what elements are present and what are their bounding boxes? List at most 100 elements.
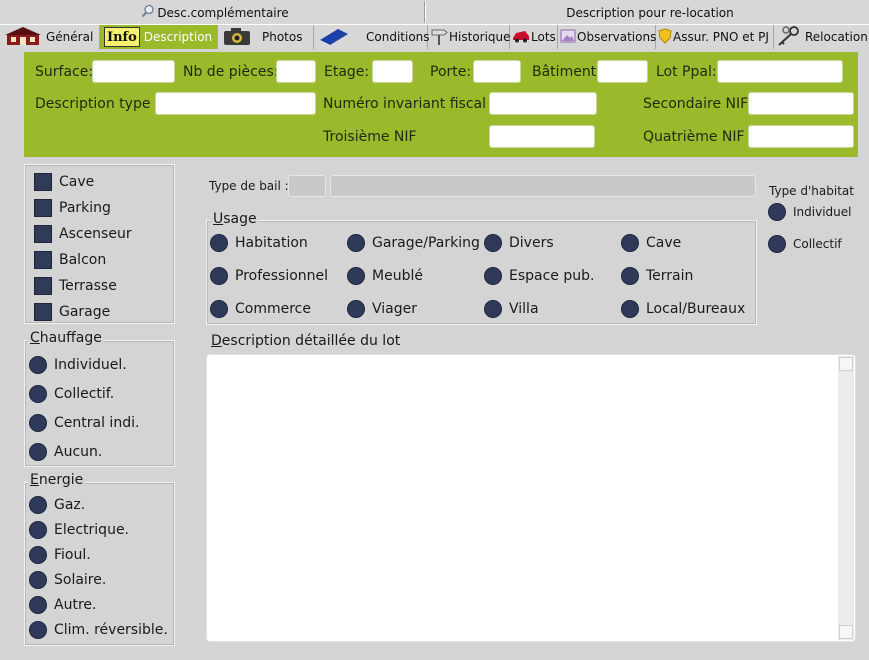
book-icon xyxy=(318,26,350,49)
energie-fioul-radio[interactable] xyxy=(29,545,47,564)
chauffage-aucun-radio[interactable] xyxy=(29,442,47,461)
tab-general[interactable]: Général xyxy=(0,25,100,49)
chauffage-individuel[interactable]: Individuel. xyxy=(29,350,139,379)
batiment-field[interactable] xyxy=(597,60,648,83)
terrasse-checkbox[interactable] xyxy=(34,277,52,295)
tab-historique[interactable]: Historique xyxy=(428,25,511,49)
usage-habitation-radio[interactable] xyxy=(210,234,228,252)
etage-field[interactable] xyxy=(372,60,413,83)
chauffage-collectif-radio[interactable] xyxy=(29,384,47,403)
energie-autre-radio[interactable] xyxy=(29,595,47,614)
usage-commerce[interactable]: Commerce xyxy=(210,300,311,318)
equip-garage[interactable]: Garage xyxy=(34,299,132,325)
usage-commerce-radio[interactable] xyxy=(210,300,228,318)
terrasse-label: Terrasse xyxy=(59,278,117,294)
tab-description[interactable]: Info Description xyxy=(100,25,218,49)
usage-local-bureaux-radio[interactable] xyxy=(621,300,639,318)
tab-assurance[interactable]: Assur. PNO et PJ xyxy=(656,25,774,49)
usage-villa[interactable]: Villa xyxy=(484,300,539,318)
type-bail-description-field[interactable] xyxy=(330,175,756,197)
energie-clim[interactable]: Clim. réversible. xyxy=(29,617,168,642)
habitat-collectif[interactable]: Collectif xyxy=(768,235,842,253)
energie-autre[interactable]: Autre. xyxy=(29,592,168,617)
tab-observations[interactable]: Observations xyxy=(558,25,656,49)
usage-villa-label: Villa xyxy=(509,301,539,317)
secondaire-nif-field[interactable] xyxy=(748,92,854,115)
parking-checkbox[interactable] xyxy=(34,199,52,217)
cave-checkbox[interactable] xyxy=(34,173,52,191)
usage-viager-radio[interactable] xyxy=(347,300,365,318)
ascenseur-checkbox[interactable] xyxy=(34,225,52,243)
porte-field[interactable] xyxy=(473,60,521,83)
description-type-field[interactable] xyxy=(155,92,316,115)
usage-meuble[interactable]: Meublé xyxy=(347,267,423,285)
tab-desc-complementaire[interactable]: Desc.complémentaire xyxy=(140,2,290,23)
energie-electrique-radio[interactable] xyxy=(29,520,47,539)
quatrieme-nif-field[interactable] xyxy=(748,125,854,148)
energie-gaz-radio[interactable] xyxy=(29,495,47,514)
equip-ascenseur[interactable]: Ascenseur xyxy=(34,221,132,247)
numero-invariant-field[interactable] xyxy=(489,92,597,115)
usage-meuble-radio[interactable] xyxy=(347,267,365,285)
equip-cave[interactable]: Cave xyxy=(34,169,132,195)
usage-villa-radio[interactable] xyxy=(484,300,502,318)
scroll-down-arrow[interactable] xyxy=(839,625,853,639)
nb-pieces-field[interactable] xyxy=(276,60,316,83)
energie-options: Gaz. Electrique. Fioul. Solaire. Autre. … xyxy=(29,492,168,642)
ascenseur-label: Ascenseur xyxy=(59,226,132,242)
habitat-collectif-radio[interactable] xyxy=(768,235,786,253)
equip-terrasse[interactable]: Terrasse xyxy=(34,273,132,299)
chauffage-central[interactable]: Central indi. xyxy=(29,408,139,437)
tab-relocation[interactable]: Relocation xyxy=(774,25,869,49)
energie-gaz[interactable]: Gaz. xyxy=(29,492,168,517)
usage-professionnel[interactable]: Professionnel xyxy=(210,267,328,285)
usage-cave-radio[interactable] xyxy=(621,234,639,252)
energie-solaire-radio[interactable] xyxy=(29,570,47,589)
tab-description-relocation[interactable]: Description pour re-location xyxy=(540,2,760,23)
energie-electrique[interactable]: Electrique. xyxy=(29,517,168,542)
chauffage-individuel-radio[interactable] xyxy=(29,355,47,374)
usage-garage-parking-radio[interactable] xyxy=(347,234,365,252)
usage-viager[interactable]: Viager xyxy=(347,300,417,318)
tab-conditions[interactable]: Conditions xyxy=(314,25,430,49)
surface-field[interactable] xyxy=(92,60,175,83)
description-detaillee-textarea[interactable] xyxy=(206,354,856,642)
troisieme-nif-field[interactable] xyxy=(489,125,595,148)
habitat-individuel[interactable]: Individuel xyxy=(768,203,851,221)
usage-espace-pub[interactable]: Espace pub. xyxy=(484,267,594,285)
tab-photos[interactable]: Photos xyxy=(218,25,314,49)
secondaire-nif-label: Secondaire NIF xyxy=(643,96,749,112)
magnifier-icon xyxy=(141,4,155,21)
chauffage-title-rest: hauffage xyxy=(39,330,102,346)
chauffage-central-radio[interactable] xyxy=(29,413,47,432)
chauffage-collectif[interactable]: Collectif. xyxy=(29,379,139,408)
equip-balcon[interactable]: Balcon xyxy=(34,247,132,273)
usage-terrain[interactable]: Terrain xyxy=(621,267,693,285)
usage-local-bureaux[interactable]: Local/Bureaux xyxy=(621,300,745,318)
tab-lots[interactable]: Lots xyxy=(510,25,558,49)
usage-habitation-label: Habitation xyxy=(235,235,308,251)
car-icon xyxy=(512,29,530,46)
chauffage-aucun[interactable]: Aucun. xyxy=(29,437,139,466)
lot-ppal-field[interactable] xyxy=(717,60,843,83)
usage-divers-radio[interactable] xyxy=(484,234,502,252)
usage-espace-pub-radio[interactable] xyxy=(484,267,502,285)
garage-checkbox[interactable] xyxy=(34,303,52,321)
habitat-individuel-radio[interactable] xyxy=(768,203,786,221)
usage-title: Usage xyxy=(211,211,259,227)
energie-fioul[interactable]: Fioul. xyxy=(29,542,168,567)
tab-assurance-label: Assur. PNO et PJ xyxy=(673,30,769,44)
equip-parking[interactable]: Parking xyxy=(34,195,132,221)
energie-solaire[interactable]: Solaire. xyxy=(29,567,168,592)
usage-cave[interactable]: Cave xyxy=(621,234,681,252)
usage-professionnel-radio[interactable] xyxy=(210,267,228,285)
scroll-up-arrow[interactable] xyxy=(839,357,853,371)
balcon-checkbox[interactable] xyxy=(34,251,52,269)
description-scrollbar[interactable] xyxy=(838,356,854,640)
usage-terrain-radio[interactable] xyxy=(621,267,639,285)
energie-clim-radio[interactable] xyxy=(29,620,47,639)
usage-garage-parking[interactable]: Garage/Parking xyxy=(347,234,480,252)
type-bail-code-field[interactable] xyxy=(288,175,326,197)
usage-habitation[interactable]: Habitation xyxy=(210,234,308,252)
usage-divers[interactable]: Divers xyxy=(484,234,554,252)
